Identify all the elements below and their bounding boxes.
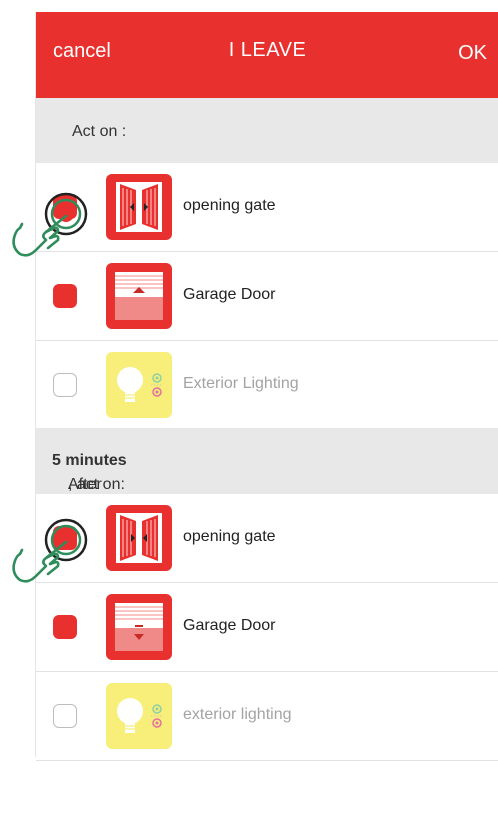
item-label: exterior lighting (183, 706, 292, 723)
checkbox[interactable] (53, 615, 77, 639)
item-label: Garage Door (183, 286, 276, 303)
list-item[interactable]: exterior lighting (36, 672, 498, 761)
title-suffix: , act on: (68, 476, 125, 493)
tap-hand-icon (6, 514, 88, 596)
gate-icon (106, 174, 172, 240)
list-item[interactable]: Garage Door (36, 583, 498, 672)
list-item[interactable]: Exterior Lighting (36, 341, 498, 430)
item-label: Exterior Lighting (183, 375, 299, 392)
item-label: opening gate (183, 197, 276, 214)
section-title: After 5 minutes, act on: (52, 452, 127, 493)
lighting-icon (106, 683, 172, 749)
list-item[interactable]: opening gate (36, 163, 498, 252)
tap-hand-icon (6, 188, 88, 270)
delay-value: 5 minutes (52, 452, 127, 469)
checkbox[interactable] (53, 373, 77, 397)
checkbox[interactable] (53, 284, 77, 308)
garage-door-up-icon (106, 263, 172, 329)
section-header-act-on: Act on : (36, 98, 498, 163)
list-item[interactable]: Garage Door (36, 252, 498, 341)
item-label: Garage Door (183, 617, 276, 634)
ok-button[interactable]: OK (458, 42, 487, 65)
section-title: Act on : (72, 123, 127, 140)
header-bar: cancel I LEAVE OK (36, 12, 498, 98)
garage-door-down-icon (106, 594, 172, 660)
item-label: opening gate (183, 528, 276, 545)
checkbox[interactable] (53, 704, 77, 728)
scenario-panel: cancel I LEAVE OK Act on : opening gate (35, 12, 498, 761)
list-item[interactable]: opening gate (36, 494, 498, 583)
gate-icon (106, 505, 172, 571)
section-header-delayed: After 5 minutes, act on: (36, 428, 498, 494)
lighting-icon (106, 352, 172, 418)
page-title: I LEAVE (228, 39, 307, 61)
